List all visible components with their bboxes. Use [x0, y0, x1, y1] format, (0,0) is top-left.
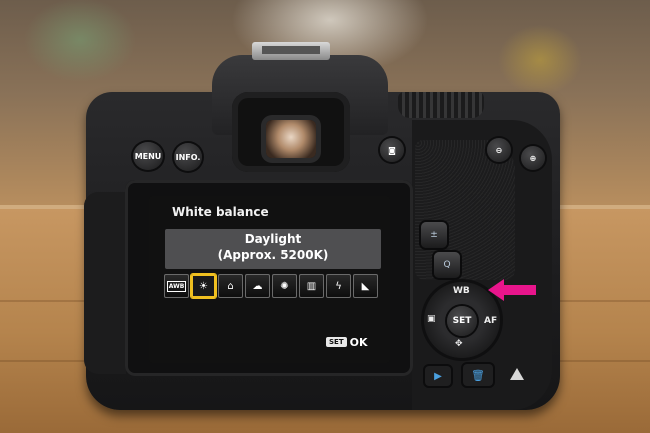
set-ok-hint: SET OK [326, 334, 367, 350]
photo-scene: MENU INFO. ◙ ⊖ ⊕ White balance Daylight … [0, 0, 650, 433]
wb-mode-text: Daylight [244, 232, 302, 246]
wb-preset-daylight[interactable]: ☀ [191, 274, 216, 298]
af-key-label: AF [484, 316, 498, 326]
flash-icon: ϟ [335, 280, 342, 292]
wb-preset-row: AWB ☀ ⌂ ☁ ✺ ▥ ϟ ◣ [164, 274, 384, 300]
ok-label: OK [349, 335, 368, 349]
info-button-label: INFO. [175, 152, 201, 162]
tungsten-icon: ✺ [280, 280, 289, 292]
cloudy-icon: ☁ [252, 280, 263, 292]
picture-style-icon: ✥ [455, 339, 463, 349]
drive-mode-icon: ▣ [427, 314, 436, 324]
play-icon: ▶ [434, 370, 442, 382]
wb-temperature-text: (Approx. 5200K) [217, 248, 329, 262]
custom-wb-icon: ◣ [361, 280, 370, 292]
wb-preset-custom[interactable]: ◣ [353, 274, 378, 298]
info-button[interactable]: INFO. [174, 143, 202, 171]
set-button[interactable]: SET [447, 306, 477, 336]
av-exposure-button[interactable]: ± [421, 222, 447, 248]
awb-icon: AWB [166, 280, 187, 292]
fluorescent-icon: ▥ [306, 280, 317, 292]
zoom-in-icon: ⊕ [529, 153, 537, 163]
screen-title: White balance [172, 205, 269, 219]
main-dial[interactable] [398, 92, 484, 118]
camera-icon: ◙ [388, 145, 396, 155]
aperture-exposure-icon: ± [430, 230, 438, 240]
viewfinder-eyepiece [266, 120, 316, 158]
playback-button[interactable]: ▶ [425, 366, 451, 386]
daylight-icon: ☀ [199, 280, 208, 292]
delete-button[interactable]: 🗑 [463, 364, 493, 386]
zoom-button[interactable]: ⊕ [521, 146, 545, 170]
wb-preset-fluorescent[interactable]: ▥ [299, 274, 324, 298]
set-button-label: SET [452, 316, 472, 326]
menu-button-label: MENU [134, 151, 162, 161]
set-badge: SET [326, 337, 347, 347]
quick-control-button[interactable]: Q [434, 252, 460, 278]
zoom-out-icon: ⊖ [495, 145, 503, 155]
wb-preset-cloudy[interactable]: ☁ [245, 274, 270, 298]
quick-control-icon: Q [443, 260, 451, 270]
menu-button[interactable]: MENU [133, 142, 163, 170]
wb-preset-tungsten[interactable]: ✺ [272, 274, 297, 298]
pointer-arrow-icon [488, 279, 536, 301]
trash-icon: 🗑 [471, 368, 485, 382]
wb-preset-shade[interactable]: ⌂ [218, 274, 243, 298]
live-view-button[interactable]: ◙ [380, 138, 404, 162]
camera-left-side [84, 192, 126, 374]
shade-icon: ⌂ [227, 280, 234, 292]
wb-preset-awb[interactable]: AWB [164, 274, 189, 298]
access-lamp [510, 368, 524, 380]
wb-key-label: WB [453, 286, 470, 296]
af-point-button[interactable]: ⊖ [487, 138, 511, 162]
hot-shoe-contact [262, 46, 320, 54]
wb-preset-flash[interactable]: ϟ [326, 274, 351, 298]
